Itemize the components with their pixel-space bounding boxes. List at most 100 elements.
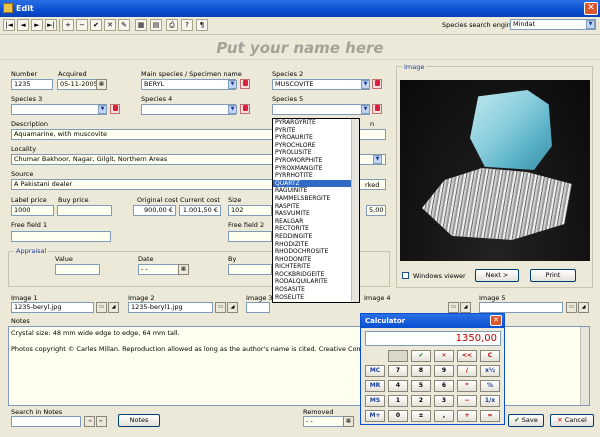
- calculator-key[interactable]: C: [480, 350, 500, 362]
- calculator-key[interactable]: ✕: [434, 350, 454, 362]
- calculator-window[interactable]: Calculator ✕ 1350,00 ✔ ✕ << C MC 7 8 9/x½ MR 4 5 6 *…: [360, 313, 505, 425]
- date-field[interactable]: - -: [138, 264, 182, 275]
- calendar-icon[interactable]: ▦: [343, 416, 354, 427]
- calculator-key[interactable]: MR: [365, 380, 385, 392]
- chevron-down-icon[interactable]: ▼: [228, 80, 237, 89]
- calculator-close-button[interactable]: ✕: [490, 315, 502, 326]
- species3-select[interactable]: [11, 104, 107, 115]
- dropdown-item[interactable]: RICHTERITE: [273, 263, 359, 271]
- add-record-button[interactable]: +: [62, 19, 74, 31]
- save-button[interactable]: ✔ Save: [508, 414, 544, 427]
- dropdown-item[interactable]: PYROCHLORE: [273, 142, 359, 150]
- image2-field[interactable]: 1235-beryl1.jpg: [128, 302, 213, 313]
- dropdown-item[interactable]: REALGAR: [273, 218, 359, 226]
- dropdown-item[interactable]: ROSASITE: [273, 286, 359, 294]
- dropdown-item[interactable]: PYROAURITE: [273, 134, 359, 142]
- search-next-icon[interactable]: ►: [96, 416, 107, 427]
- dropdown-item[interactable]: RHODONITE: [273, 256, 359, 264]
- dropdown-item[interactable]: RHODOCHROSITE: [273, 248, 359, 256]
- calculator-key[interactable]: /: [457, 365, 477, 377]
- clear-icon[interactable]: ◢: [460, 302, 471, 313]
- calculator-key[interactable]: %: [480, 380, 500, 392]
- clear-icon[interactable]: ◢: [227, 302, 238, 313]
- main-species-select[interactable]: BERYL: [141, 79, 236, 90]
- by-field[interactable]: [228, 264, 272, 275]
- dropdown-item[interactable]: REDDINGITE: [273, 233, 359, 241]
- calculator-key[interactable]: 9: [434, 365, 454, 377]
- window-close-button[interactable]: ✕: [584, 2, 598, 15]
- dropdown-item[interactable]: RASPITE: [273, 203, 359, 211]
- original-cost-field[interactable]: 900,00 €: [133, 205, 176, 216]
- folder-icon[interactable]: ▭: [96, 302, 107, 313]
- calculator-key[interactable]: +: [457, 410, 477, 422]
- calculator-key[interactable]: 2: [411, 395, 431, 407]
- delete-icon[interactable]: [372, 79, 382, 89]
- delete-icon[interactable]: [110, 104, 120, 114]
- paragraph-icon[interactable]: ¶: [196, 19, 208, 31]
- dropdown-item[interactable]: ROSELITE: [273, 294, 359, 302]
- delete-icon[interactable]: [372, 104, 382, 114]
- dropdown-scrollbar[interactable]: [351, 119, 359, 302]
- calculator-key[interactable]: 6: [434, 380, 454, 392]
- right-value-field[interactable]: 5,00: [366, 205, 386, 216]
- notes-button[interactable]: Notes: [118, 414, 160, 427]
- dropdown-item[interactable]: PYROXMANGITE: [273, 165, 359, 173]
- help-icon[interactable]: ?: [181, 19, 193, 31]
- calculator-key[interactable]: 5: [411, 380, 431, 392]
- dropdown-item[interactable]: RECTORITE: [273, 225, 359, 233]
- windows-viewer-checkbox[interactable]: [402, 272, 409, 279]
- dropdown-item[interactable]: PYRRHOTITE: [273, 172, 359, 180]
- calculator-key[interactable]: −: [457, 395, 477, 407]
- calculator-key[interactable]: 3: [434, 395, 454, 407]
- chevron-down-icon[interactable]: ▼: [586, 20, 595, 29]
- calculator-key[interactable]: MC: [365, 365, 385, 377]
- dropdown-item[interactable]: RASVUMITE: [273, 210, 359, 218]
- next-record-button[interactable]: ►: [31, 19, 43, 31]
- dropdown-item[interactable]: ROCKBRIDGEITE: [273, 271, 359, 279]
- calculator-icon[interactable]: ▦: [135, 19, 147, 31]
- free-field2-input[interactable]: [228, 231, 272, 242]
- notes-scrollbar[interactable]: [580, 327, 589, 405]
- value-field[interactable]: [55, 264, 100, 275]
- dropdown-item[interactable]: PYROMORPHITE: [273, 157, 359, 165]
- calendar-icon[interactable]: ▦: [96, 79, 107, 90]
- prev-record-button[interactable]: ◄: [17, 19, 29, 31]
- dropdown-item[interactable]: PYROLUSITE: [273, 149, 359, 157]
- current-cost-field[interactable]: 1.001,50 €: [179, 205, 221, 216]
- label-price-field[interactable]: 1000: [11, 205, 54, 216]
- calculator-key[interactable]: 1: [388, 395, 408, 407]
- folder-icon[interactable]: ▭: [566, 302, 577, 313]
- image1-field[interactable]: 1235-beryl.jpg: [11, 302, 94, 313]
- dropdown-item[interactable]: RAGUINITE: [273, 187, 359, 195]
- calculator-key[interactable]: ,: [434, 410, 454, 422]
- chevron-down-icon[interactable]: ▼: [228, 105, 237, 114]
- calculator-key[interactable]: ±: [411, 410, 431, 422]
- calculator-key[interactable]: [388, 350, 408, 362]
- folder-icon[interactable]: ▭: [215, 302, 226, 313]
- edit-icon[interactable]: ✎: [118, 19, 130, 31]
- calculator-key[interactable]: <<: [457, 350, 477, 362]
- size-field[interactable]: 102: [228, 205, 272, 216]
- species4-select[interactable]: [141, 104, 236, 115]
- cancel-edit-button[interactable]: ✕: [104, 19, 116, 31]
- delete-icon[interactable]: [240, 79, 250, 89]
- cancel-button[interactable]: ✕ Cancel: [550, 414, 594, 427]
- dropdown-item[interactable]: QUARTZ: [273, 179, 359, 188]
- dropdown-item[interactable]: RAMMELSBERGITE: [273, 195, 359, 203]
- species-engine-select[interactable]: Mindat: [510, 19, 596, 30]
- calculator-key[interactable]: 0: [388, 410, 408, 422]
- species5-dropdown-list[interactable]: PYRARGYRITE PYRITE PYROAURITE PYROCHLORE PYR…: [272, 118, 360, 303]
- calendar-icon[interactable]: ▤: [150, 19, 162, 31]
- chevron-down-icon[interactable]: ▼: [373, 155, 382, 164]
- calculator-key[interactable]: 1/x: [480, 395, 500, 407]
- free-field1-input[interactable]: [11, 231, 111, 242]
- search-prev-icon[interactable]: ◄: [84, 416, 95, 427]
- last-record-button[interactable]: ►|: [45, 19, 57, 31]
- calculator-key[interactable]: 7: [388, 365, 408, 377]
- calculator-key[interactable]: x½: [480, 365, 500, 377]
- clear-icon[interactable]: ◢: [108, 302, 119, 313]
- number-field[interactable]: 1235: [11, 79, 53, 90]
- image5-field[interactable]: [479, 302, 563, 313]
- dropdown-item[interactable]: RODALQUILARITE: [273, 278, 359, 286]
- buy-price-field[interactable]: [57, 205, 112, 216]
